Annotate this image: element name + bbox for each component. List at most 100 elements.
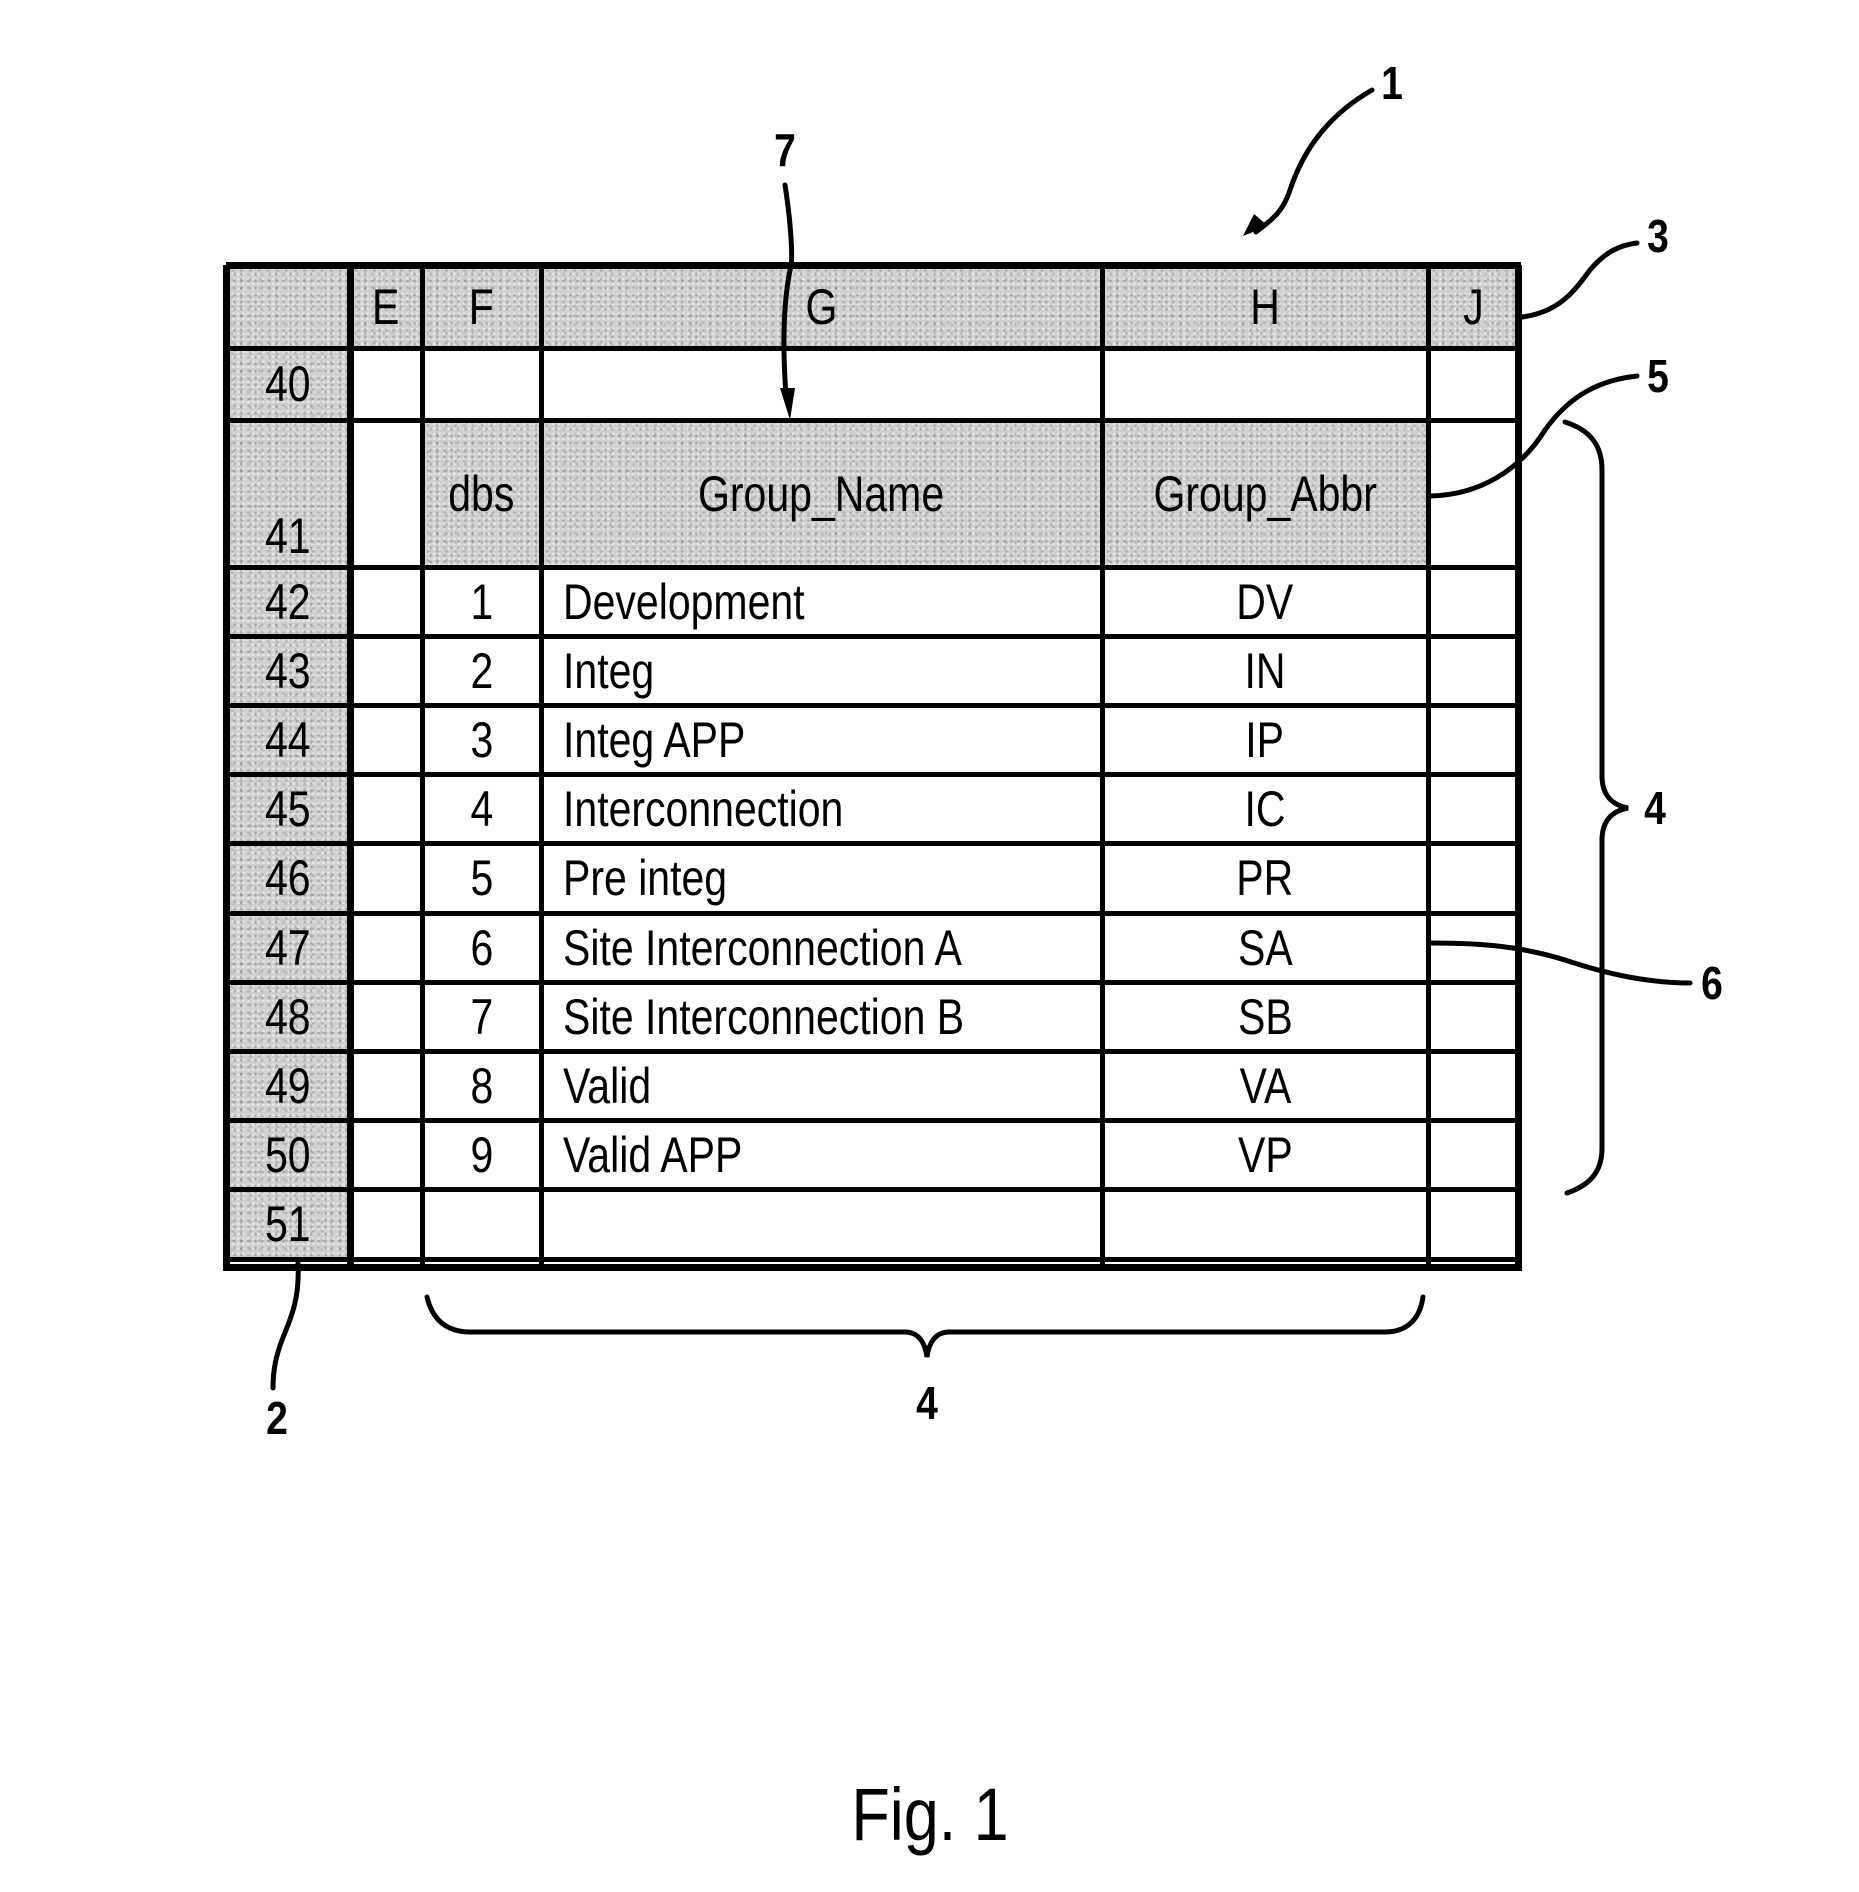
table-cell-h50[interactable]: VP [1102, 1121, 1428, 1190]
column-header-h[interactable]: H [1102, 265, 1428, 348]
table-cell-h40[interactable] [1102, 348, 1428, 420]
grid-hline [226, 841, 1521, 847]
table-cell-e44[interactable] [350, 705, 422, 774]
table-cell-g43-text: Integ [563, 642, 655, 699]
table-cell-h44-text: IP [1245, 711, 1285, 768]
grid-bottom-border [223, 1264, 1522, 1271]
row-header-42[interactable]: 42 [226, 567, 350, 637]
table-cell-f47-text: 6 [470, 919, 493, 976]
brace-right [1562, 419, 1629, 1196]
table-cell-e49[interactable] [350, 1051, 422, 1120]
table-cell-h45[interactable]: IC [1102, 775, 1428, 844]
row-header-47-text: 47 [265, 919, 311, 976]
row-header-46[interactable]: 46 [226, 843, 350, 913]
patent-figure: E F G H J 40 41 dbs Group_Name Group_Abbr 42 1 Devel… [0, 0, 1859, 1892]
table-cell-h46[interactable]: PR [1102, 844, 1428, 913]
table-header-cell[interactable]: Group_Name [541, 420, 1102, 567]
table-cell-e45[interactable] [350, 775, 422, 844]
table-cell-j42[interactable] [1428, 567, 1518, 636]
row-header-48[interactable]: 48 [226, 982, 350, 1052]
table-cell-g42[interactable]: Development [541, 567, 1102, 636]
row-header-51[interactable]: 51 [226, 1189, 350, 1259]
row-header-49[interactable]: 49 [226, 1051, 350, 1121]
table-cell-g50[interactable]: Valid APP [541, 1121, 1102, 1190]
table-cell-g48[interactable]: Site Interconnection B [541, 982, 1102, 1051]
table-cell-j43[interactable] [1428, 636, 1518, 705]
table-cell-f50[interactable]: 9 [422, 1121, 541, 1190]
table-cell-j47[interactable] [1428, 913, 1518, 982]
column-header-g-text: G [805, 278, 838, 335]
table-cell-e42[interactable] [350, 567, 422, 636]
table-cell-e50[interactable] [350, 1121, 422, 1190]
table-cell-f44[interactable]: 3 [422, 705, 541, 774]
table-cell-f42-text: 1 [470, 573, 493, 630]
table-cell-g44[interactable]: Integ APP [541, 705, 1102, 774]
table-cell-f49[interactable]: 8 [422, 1051, 541, 1120]
table-cell-e46[interactable] [350, 844, 422, 913]
table-cell-e48[interactable] [350, 982, 422, 1051]
row-header-41[interactable]: 41 [226, 420, 350, 567]
leader-line-1 [1253, 87, 1375, 235]
column-header-f[interactable]: F [422, 265, 541, 348]
table-cell-f47[interactable]: 6 [422, 913, 541, 982]
table-cell-h42[interactable]: DV [1102, 567, 1428, 636]
table-cell-j50[interactable] [1428, 1121, 1518, 1190]
table-cell-g48-text: Site Interconnection B [563, 988, 965, 1045]
table-cell-g45[interactable]: Interconnection [541, 775, 1102, 844]
select-all-corner[interactable] [226, 265, 350, 348]
table-cell-j45[interactable] [1428, 775, 1518, 844]
table-cell-j48[interactable] [1428, 982, 1518, 1051]
table-cell-f51[interactable] [422, 1190, 541, 1259]
grid-hline [226, 564, 1521, 570]
table-cell-h48-text: SB [1237, 988, 1293, 1045]
table-cell-e40[interactable] [350, 348, 422, 420]
table-cell-g40[interactable] [541, 348, 1102, 420]
table-cell-g51[interactable] [541, 1190, 1102, 1259]
table-cell-f45[interactable]: 4 [422, 775, 541, 844]
table-cell-h43[interactable]: IN [1102, 636, 1428, 705]
table-cell-f43[interactable]: 2 [422, 636, 541, 705]
table-cell-f46-text: 5 [470, 850, 493, 907]
table-header-cell[interactable] [350, 420, 422, 567]
table-cell-g47[interactable]: Site Interconnection A [541, 913, 1102, 982]
column-header-f-text: F [468, 278, 495, 335]
table-cell-g43[interactable]: Integ [541, 636, 1102, 705]
row-header-45[interactable]: 45 [226, 774, 350, 844]
row-header-50[interactable]: 50 [226, 1120, 350, 1190]
table-cell-j51[interactable] [1428, 1190, 1518, 1259]
column-header-j[interactable]: J [1428, 265, 1518, 348]
table-cell-j49[interactable] [1428, 1051, 1518, 1120]
column-header-g[interactable]: G [541, 265, 1102, 348]
table-cell-g49[interactable]: Valid [541, 1051, 1102, 1120]
table-cell-g46[interactable]: Pre integ [541, 844, 1102, 913]
table-cell-g45-text: Interconnection [563, 781, 844, 838]
row-header-43-text: 43 [265, 642, 311, 699]
row-header-40[interactable]: 40 [226, 348, 350, 420]
table-cell-h49[interactable]: VA [1102, 1051, 1428, 1120]
row-header-47[interactable]: 47 [226, 913, 350, 983]
table-cell-e51[interactable] [350, 1190, 422, 1259]
table-cell-h50-text: VP [1237, 1127, 1293, 1184]
table-cell-h44[interactable]: IP [1102, 705, 1428, 774]
table-cell-h47[interactable]: SA [1102, 913, 1428, 982]
table-cell-j40[interactable] [1428, 348, 1518, 420]
grid-hline [226, 772, 1521, 778]
table-cell-j44[interactable] [1428, 705, 1518, 774]
table-header-cell[interactable]: dbs [422, 420, 541, 567]
table-cell-f46[interactable]: 5 [422, 844, 541, 913]
table-cell-f48[interactable]: 7 [422, 982, 541, 1051]
table-cell-j46[interactable] [1428, 844, 1518, 913]
table-cell-e47[interactable] [350, 913, 422, 982]
table-cell-h51[interactable] [1102, 1190, 1428, 1259]
table-cell-h48[interactable]: SB [1102, 982, 1428, 1051]
table-cell-f42[interactable]: 1 [422, 567, 541, 636]
table-cell-g42-text: Development [563, 573, 805, 630]
table-cell-e43[interactable] [350, 636, 422, 705]
table-cell-f40[interactable] [422, 348, 541, 420]
row-header-43[interactable]: 43 [226, 636, 350, 706]
table-header-cell[interactable] [1428, 420, 1518, 567]
row-header-44[interactable]: 44 [226, 705, 350, 775]
row-header-50-text: 50 [265, 1127, 311, 1184]
column-header-e[interactable]: E [350, 265, 422, 348]
table-header-cell[interactable]: Group_Abbr [1102, 420, 1428, 567]
